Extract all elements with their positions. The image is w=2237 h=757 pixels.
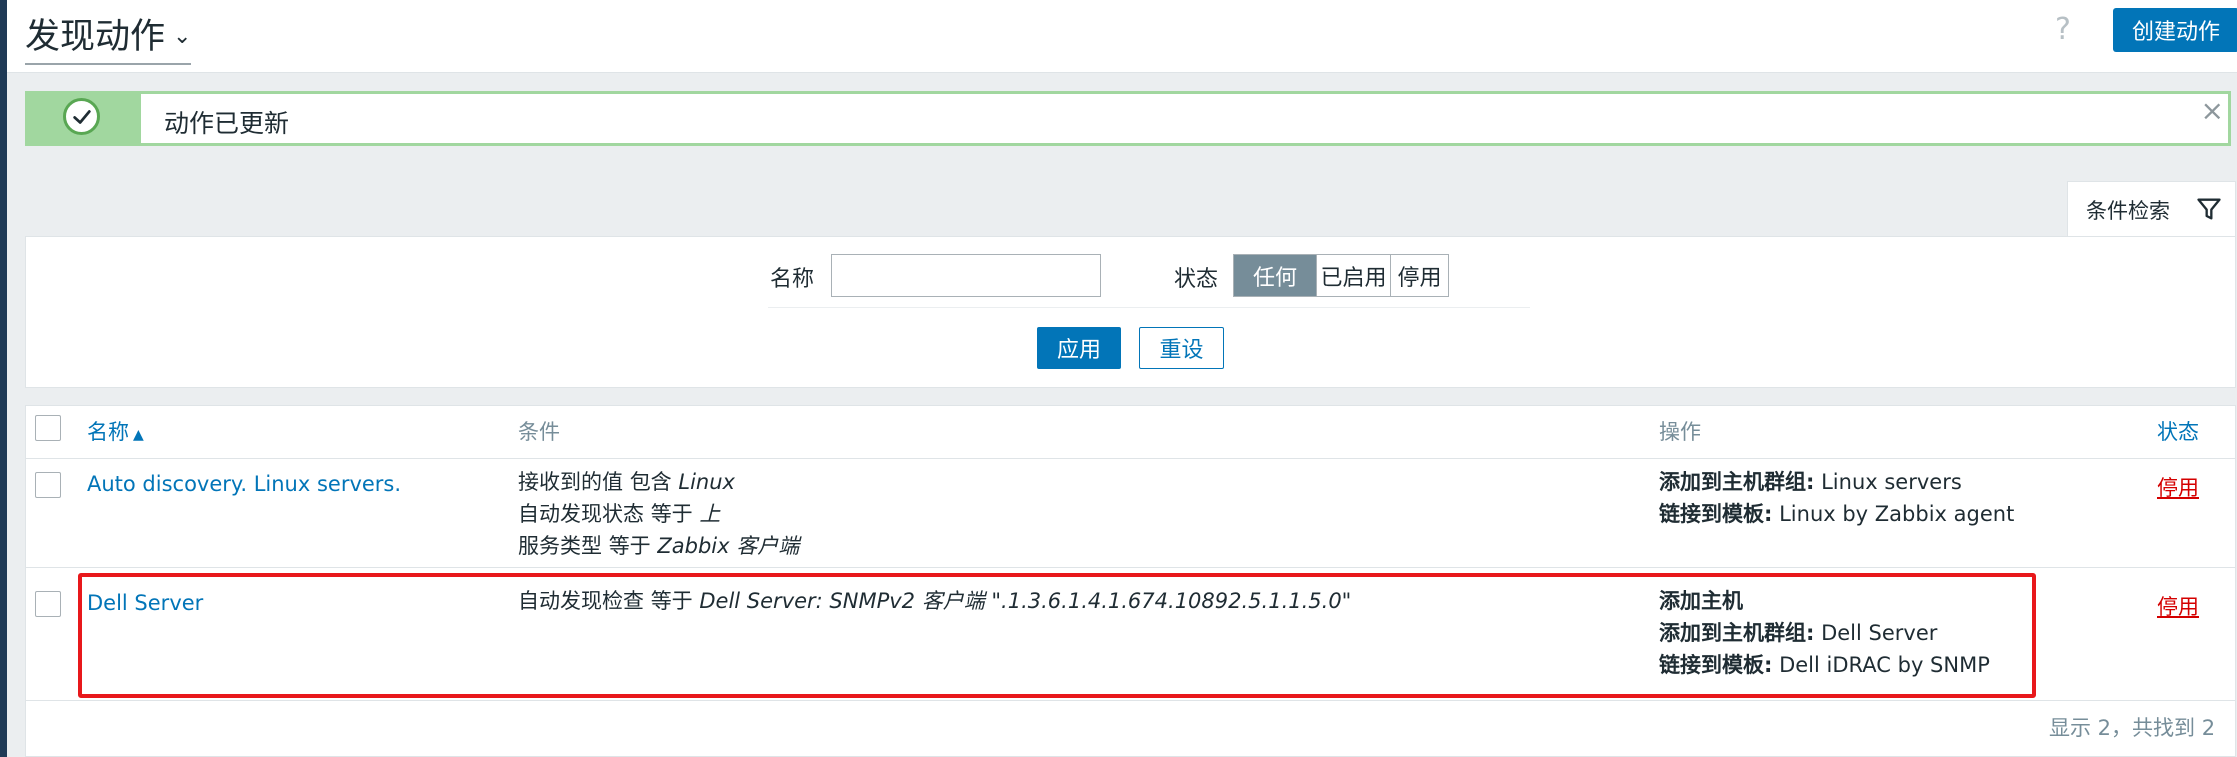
row-divider: [26, 700, 2235, 701]
name-filter-label: 名称: [770, 267, 815, 292]
state-option-any[interactable]: 任何: [1234, 255, 1317, 296]
state-filter-segmented: 任何 已启用 停用: [1233, 254, 1449, 297]
state-option-disabled[interactable]: 停用: [1391, 255, 1448, 296]
condition-line: 接收到的值 包含 Linux: [518, 470, 735, 494]
column-header-status[interactable]: 状态: [2157, 416, 2199, 446]
row-checkbox[interactable]: [35, 472, 61, 498]
question-mark-icon[interactable]: ?: [2055, 12, 2071, 47]
close-icon[interactable]: ×: [2201, 94, 2224, 127]
column-header-operations: 操作: [1659, 420, 1701, 444]
operation-line: 添加到主机群组: Dell Server: [1659, 621, 1938, 645]
state-filter-label: 状态: [1174, 267, 1219, 292]
funnel-icon: [2197, 198, 2221, 220]
actions-table: 名称 ▲ 条件 操作 状态 Auto discovery. Linux serve…: [25, 405, 2236, 757]
operation-line: 添加到主机群组: Linux servers: [1659, 470, 1962, 494]
action-conditions: 接收到的值 包含 Linux 自动发现状态 等于 上 服务类型 等于 Zabbi…: [518, 466, 799, 562]
action-operations: 添加主机 添加到主机群组: Dell Server 链接到模板: Dell iD…: [1659, 585, 1990, 681]
check-circle-icon: [63, 98, 100, 135]
chevron-down-icon: ⌄: [173, 23, 192, 49]
row-divider: [26, 567, 2235, 568]
table-footer-count: 显示 2，共找到 2: [2049, 716, 2216, 740]
column-header-conditions: 条件: [518, 420, 560, 444]
row-checkbox[interactable]: [35, 591, 61, 617]
condition-line: 自动发现状态 等于 上: [518, 502, 721, 526]
success-message: 动作已更新 ×: [25, 91, 2231, 146]
condition-line: 服务类型 等于 Zabbix 客户端: [518, 534, 800, 558]
header-divider: [26, 458, 2235, 459]
operation-line: 链接到模板: Linux by Zabbix agent: [1659, 502, 2015, 526]
state-option-enabled[interactable]: 已启用: [1317, 255, 1391, 296]
filter-divider: [768, 307, 1530, 308]
reset-button[interactable]: 重设: [1139, 327, 1224, 369]
select-all-checkbox[interactable]: [35, 415, 61, 441]
column-header-name[interactable]: 名称 ▲: [87, 416, 144, 446]
page-title-text: 发现动作: [25, 17, 166, 57]
apply-button[interactable]: 应用: [1037, 327, 1121, 369]
sort-ascending-icon: ▲: [133, 427, 144, 443]
create-action-button[interactable]: 创建动作: [2113, 8, 2237, 52]
action-conditions: 自动发现检查 等于 Dell Server: SNMPv2 客户端 ".1.3.…: [518, 585, 1351, 617]
page-header: 发现动作 ⌄ ? 创建动作: [7, 0, 2237, 73]
action-name-link[interactable]: Auto discovery. Linux servers.: [87, 472, 401, 496]
operation-line: 链接到模板: Dell iDRAC by SNMP: [1659, 653, 1990, 677]
page-title-dropdown[interactable]: 发现动作 ⌄: [25, 8, 192, 65]
condition-line: 自动发现检查 等于 Dell Server: SNMPv2 客户端 ".1.3.…: [518, 589, 1352, 613]
sidebar-edge: [0, 0, 7, 757]
name-filter-input[interactable]: [831, 254, 1101, 297]
operation-line: 添加主机: [1659, 589, 1743, 613]
filter-tab[interactable]: 条件检索: [2067, 181, 2236, 237]
action-operations: 添加到主机群组: Linux servers 链接到模板: Linux by Z…: [1659, 466, 2014, 530]
filter-panel: 名称 状态 任何 已启用 停用 应用 重设: [25, 236, 2236, 388]
column-header-name-label: 名称: [87, 420, 129, 444]
status-toggle-link[interactable]: 停用: [2157, 472, 2199, 502]
action-name-link[interactable]: Dell Server: [87, 591, 203, 615]
filter-tab-label: 条件检索: [2086, 198, 2170, 223]
message-text: 动作已更新: [164, 109, 290, 138]
message-icon-box: [28, 94, 141, 143]
status-toggle-link[interactable]: 停用: [2157, 591, 2199, 621]
